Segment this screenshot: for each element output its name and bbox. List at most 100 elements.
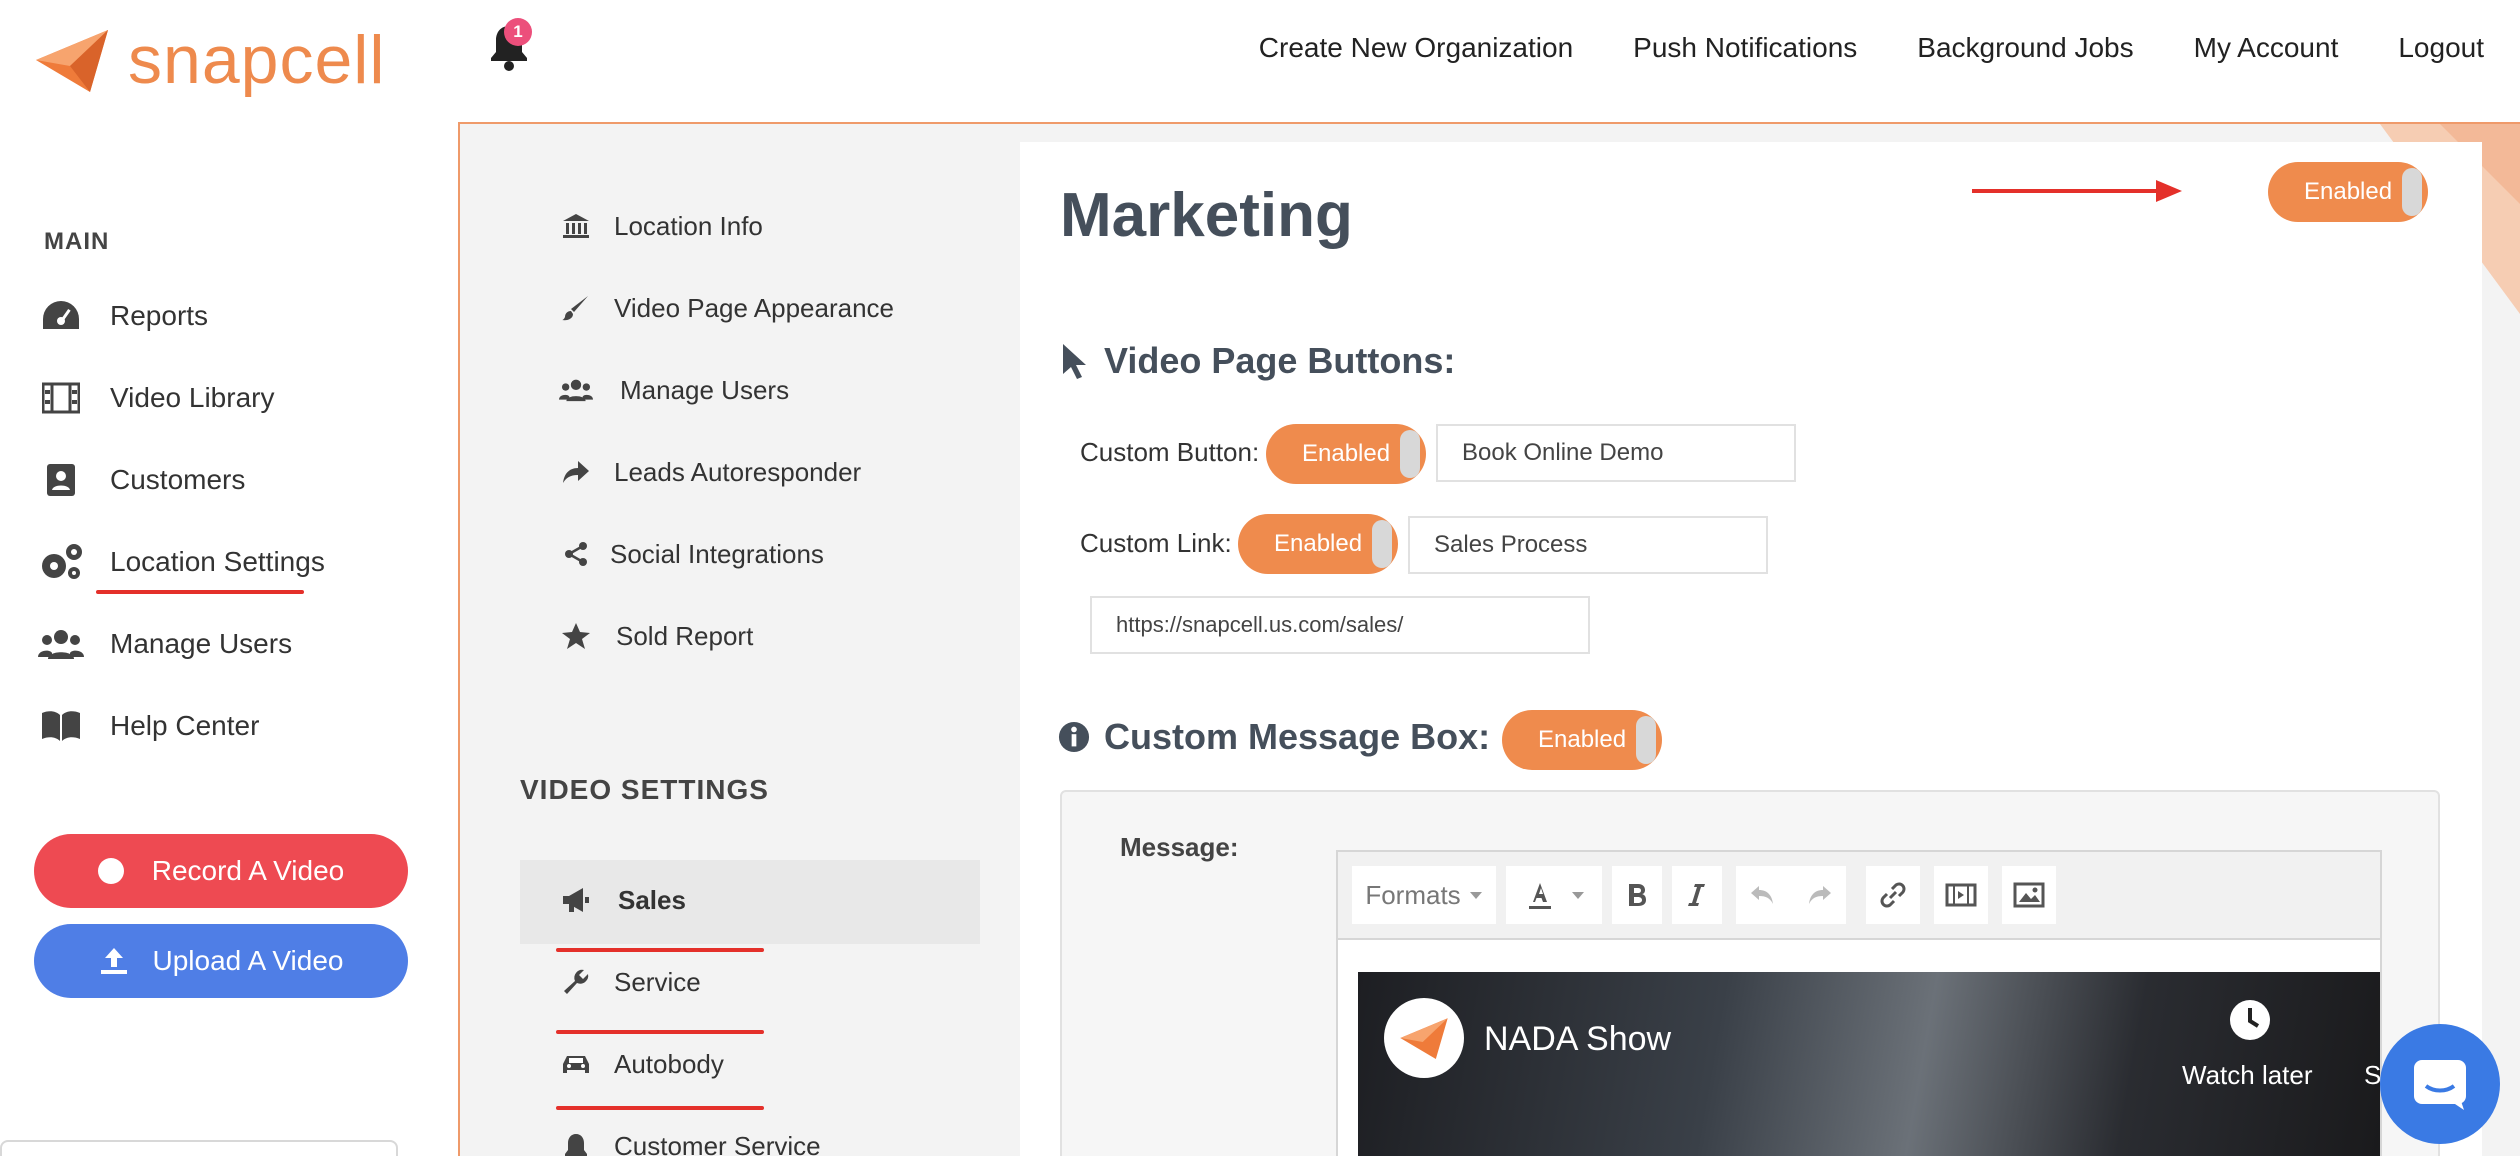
submenu-item-video-page-appearance[interactable]: Video Page Appearance [558, 286, 894, 330]
image-icon [2013, 882, 2045, 908]
sidebar-item-label: Help Center [110, 710, 260, 741]
cursor-pointer-icon [1058, 341, 1090, 381]
video-setting-sales[interactable]: Sales [558, 878, 686, 922]
gauge-icon [38, 296, 84, 336]
italic-icon [1688, 884, 1705, 906]
megaphone-icon [558, 882, 594, 918]
section-title: Video Page Buttons: [1104, 340, 1456, 381]
brush-icon [558, 290, 594, 326]
paper-plane-logo-icon [1400, 1018, 1448, 1060]
record-dot-icon [97, 858, 124, 884]
highlight-underline [556, 1106, 764, 1110]
toggle-label: Enabled [1274, 530, 1363, 557]
bank-icon [558, 208, 594, 244]
nav-background-jobs[interactable]: Background Jobs [1917, 32, 2133, 64]
toggle-knob [2402, 168, 2422, 216]
submenu-item-sold-report[interactable]: Sold Report [558, 614, 753, 658]
text-color-icon [1529, 883, 1551, 909]
sidebar-item-label: Manage Users [110, 628, 293, 659]
share-label-cut[interactable]: S [2364, 1060, 2381, 1091]
upload-button-label: Upload A Video [152, 945, 344, 976]
insert-link-button[interactable] [1866, 866, 1920, 924]
sidebar-item-customers[interactable]: Customers [38, 455, 245, 505]
clock-icon[interactable] [2228, 998, 2272, 1042]
submenu-item-label: Video Page Appearance [614, 292, 894, 323]
notification-badge: 1 [504, 18, 532, 46]
sidebar-item-label: Reports [110, 300, 209, 331]
message-label: Message: [1120, 832, 1239, 862]
insert-video-button[interactable] [1934, 866, 1988, 924]
gears-icon [38, 542, 84, 582]
share-nodes-icon [558, 536, 594, 572]
video-setting-autobody[interactable]: Autobody [558, 1042, 724, 1086]
custom-link-label: Custom Link: [1080, 528, 1232, 558]
marketing-enabled-toggle[interactable]: Enabled [2268, 162, 2428, 222]
page-title: Marketing [1060, 181, 1353, 250]
submenu-item-social-integrations[interactable]: Social Integrations [558, 532, 824, 576]
sidebar-item-video-library[interactable]: Video Library [38, 373, 274, 423]
formats-label: Formats [1365, 879, 1461, 910]
video-setting-customer-service[interactable]: Customer Service [558, 1124, 821, 1156]
watch-later-label[interactable]: Watch later [2182, 1060, 2313, 1091]
chat-icon [2414, 1060, 2466, 1110]
nav-create-organization[interactable]: Create New Organization [1259, 32, 1573, 64]
custom-link-text-field[interactable]: Sales Process [1408, 516, 1768, 574]
submenu-item-label: Sold Report [616, 620, 754, 651]
car-icon [558, 1046, 594, 1082]
submenu-item-label: Sales [618, 884, 686, 915]
sidebar-item-reports[interactable]: Reports [38, 291, 208, 341]
formats-dropdown[interactable]: Formats [1352, 866, 1496, 924]
sidebar-item-manage-users[interactable]: Manage Users [38, 619, 292, 669]
highlight-underline [556, 1030, 764, 1034]
star-icon [558, 618, 594, 654]
submenu-item-label: Social Integrations [610, 538, 824, 569]
undo-icon[interactable] [1749, 884, 1775, 906]
link-icon [1880, 882, 1906, 908]
nav-my-account[interactable]: My Account [2194, 32, 2339, 64]
sidebar-item-location-settings[interactable]: Location Settings [38, 537, 325, 587]
custom-button-text-field[interactable]: Book Online Demo [1436, 424, 1796, 482]
sidebar-item-label: Location Settings [110, 546, 325, 577]
insert-image-button[interactable] [2002, 866, 2056, 924]
submenu-item-leads-autoresponder[interactable]: Leads Autoresponder [558, 450, 861, 494]
nav-push-notifications[interactable]: Push Notifications [1633, 32, 1857, 64]
video-title[interactable]: NADA Show [1484, 1020, 1671, 1059]
record-video-button[interactable]: Record A Video [34, 834, 408, 908]
submenu-item-label: Leads Autoresponder [614, 456, 862, 487]
section-title: Custom Message Box: [1104, 716, 1491, 757]
custom-message-box-heading: Custom Message Box: [1058, 716, 1490, 758]
custom-link-toggle[interactable]: Enabled [1238, 514, 1398, 574]
book-icon [38, 706, 84, 746]
video-page-buttons-heading: Video Page Buttons: [1058, 340, 1455, 382]
custom-message-toggle[interactable]: Enabled [1502, 710, 1662, 770]
info-icon [1058, 717, 1090, 757]
submenu-item-manage-users[interactable]: Manage Users [558, 368, 789, 412]
wrench-icon [558, 964, 594, 1000]
upload-icon [100, 948, 127, 974]
italic-button[interactable] [1672, 866, 1722, 924]
chevron-down-icon [1572, 892, 1584, 899]
submenu-item-label: Autobody [614, 1048, 724, 1079]
share-arrow-icon [558, 454, 594, 490]
undo-redo-group [1736, 866, 1846, 924]
annotation-arrow [1972, 180, 2182, 202]
upload-video-button[interactable]: Upload A Video [34, 924, 408, 998]
status-tooltip [0, 1140, 398, 1156]
custom-button-toggle[interactable]: Enabled [1266, 424, 1426, 484]
chat-launcher-button[interactable] [2380, 1024, 2500, 1144]
contact-card-icon [38, 460, 84, 500]
text-color-button[interactable] [1506, 866, 1602, 924]
channel-logo[interactable] [1384, 998, 1464, 1078]
custom-link-url-field[interactable]: https://snapcell.us.com/sales/ [1090, 596, 1590, 654]
snapcell-logo[interactable]: snapcell [34, 22, 386, 98]
bold-button[interactable] [1612, 866, 1662, 924]
nav-logout[interactable]: Logout [2398, 32, 2484, 64]
toggle-knob [1400, 430, 1420, 478]
submenu-item-label: Service [614, 966, 701, 997]
redo-icon[interactable] [1807, 884, 1833, 906]
top-navigation: Create New Organization Push Notificatio… [1199, 32, 2484, 64]
users-icon [558, 372, 594, 408]
submenu-item-location-info[interactable]: Location Info [558, 204, 763, 248]
sidebar-item-help-center[interactable]: Help Center [38, 701, 259, 751]
video-setting-service[interactable]: Service [558, 960, 701, 1004]
